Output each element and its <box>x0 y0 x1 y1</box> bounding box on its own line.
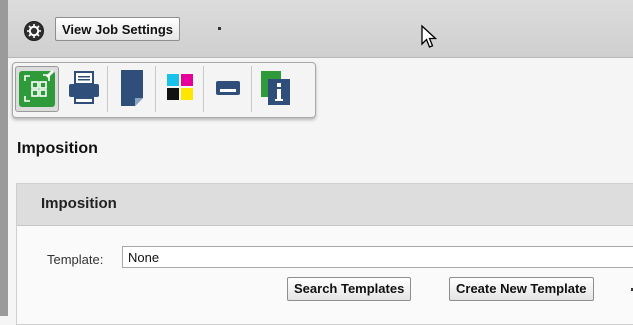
printer-icon <box>69 71 99 104</box>
imposition-icon <box>19 70 55 107</box>
create-new-template-button[interactable]: Create New Template <box>449 277 594 301</box>
job-settings-toolbar <box>12 62 316 118</box>
color-tab-button[interactable] <box>159 66 204 112</box>
finishing-tab-button[interactable] <box>207 66 252 112</box>
page-title: Imposition <box>17 140 98 157</box>
media-tab-button[interactable] <box>111 66 156 112</box>
imposition-tab-button[interactable] <box>15 66 59 112</box>
job-info-icon <box>261 71 290 105</box>
finishing-icon <box>216 81 240 95</box>
color-icon <box>167 74 193 100</box>
top-bar: View Job Settings <box>0 0 633 58</box>
mouse-cursor-icon <box>420 24 438 55</box>
template-label: Template: <box>47 252 104 267</box>
template-field[interactable] <box>122 246 633 268</box>
media-icon <box>121 70 143 106</box>
settings-gear-icon[interactable] <box>24 21 44 41</box>
left-window-edge <box>0 0 8 316</box>
panel-title: Imposition <box>41 195 117 212</box>
print-tab-button[interactable] <box>63 66 108 112</box>
search-templates-button[interactable]: Search Templates <box>287 277 412 301</box>
imposition-panel-header[interactable]: Imposition <box>17 184 633 226</box>
imposition-panel: Imposition Template: Search Templates Cr… <box>16 183 633 325</box>
view-job-settings-button[interactable]: View Job Settings <box>55 17 181 41</box>
job-info-tab-button[interactable] <box>255 66 299 112</box>
view-options-caret-icon[interactable] <box>218 27 221 30</box>
